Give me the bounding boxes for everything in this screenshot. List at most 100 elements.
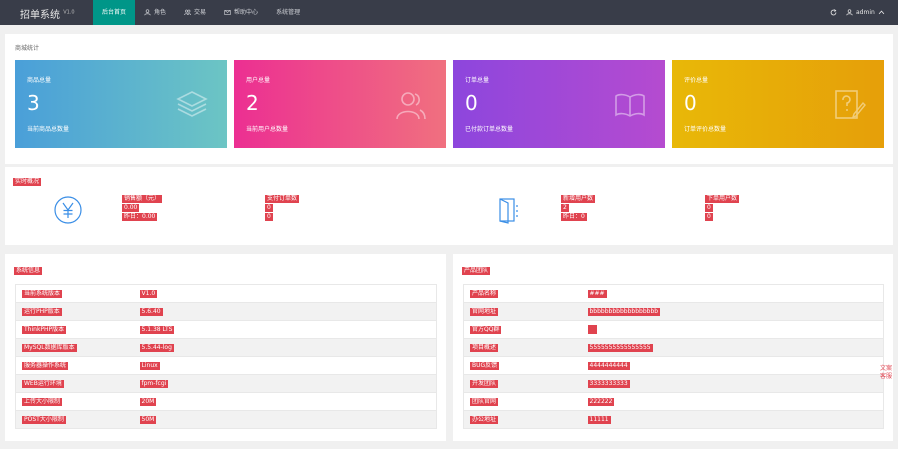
- card-title: 订单总量: [465, 77, 490, 84]
- buyers-value: 0: [705, 204, 713, 212]
- row-value: 4444444444: [587, 361, 630, 370]
- sales-label: 销售额（元）: [122, 195, 163, 203]
- product-info-title: 产品团队: [462, 267, 491, 275]
- realtime-title: 实时概况: [13, 178, 42, 186]
- table-row: 项目概述 5555555555555555: [463, 338, 884, 357]
- row-value: 5.5.44-log: [139, 343, 174, 352]
- table-row: 办公地址 11111: [463, 410, 884, 429]
- sales-value: 0.00: [122, 204, 140, 212]
- user-icon: [144, 9, 151, 16]
- row-label: 上传大小限制: [22, 397, 63, 406]
- card-desc: 当前用户总数量: [246, 126, 289, 133]
- new-users-yesterday: 昨日：0: [561, 213, 587, 221]
- yuan-icon: [54, 196, 82, 224]
- tab-trade[interactable]: 交易: [175, 0, 215, 25]
- row-label: 当前系统版本: [22, 289, 63, 298]
- table-row: 团队官网 222222: [463, 392, 884, 411]
- orders-value: 0: [265, 204, 273, 212]
- table-row: 官网地址 bbbbbbbbbbbbbbbbbb: [463, 302, 884, 321]
- stat-card-orders[interactable]: 订单总量 0 已付款订单总数量: [453, 60, 665, 148]
- table-row: MySQL数据库版本 5.5.44-log: [15, 338, 437, 357]
- orders-label: 支付订单数: [265, 195, 300, 203]
- new-users-value: 2: [561, 204, 569, 212]
- sales-stat: 销售额（元） 0.00 昨日：0.00: [122, 195, 163, 222]
- card-title: 商品总量: [27, 77, 52, 84]
- tab-help[interactable]: 帮助中心: [215, 0, 267, 25]
- row-label: 项目概述: [470, 343, 499, 352]
- users-icon: [396, 92, 426, 120]
- row-value[interactable]: 222222: [587, 397, 615, 406]
- product-info-panel: 产品团队 产品名称 ### 官网地址 bbbbbbbbbbbbbbbbbb 官方QQ…: [453, 254, 893, 441]
- row-value: 11111: [587, 415, 611, 424]
- user-icon: [846, 9, 853, 16]
- row-label: 官方QQ群: [470, 325, 502, 334]
- row-label: WEB运行环境: [22, 379, 64, 388]
- nav-label: 系统管理: [276, 9, 301, 16]
- row-label: 办公地址: [470, 415, 499, 424]
- stat-card-products[interactable]: 商品总量 3 当前商品总数量: [15, 60, 227, 148]
- side-service-tag[interactable]: 文案 客服: [880, 365, 892, 381]
- system-info-panel: 系统信息 当前系统版本 V1.0 运行PHP版本 5.6.40 ThinkPHP版本…: [5, 254, 446, 441]
- card-title: 用户总量: [246, 77, 271, 84]
- buyers-label: 下单用户数: [705, 195, 740, 203]
- table-row: 官方QQ群: [463, 320, 884, 339]
- row-value: ###: [587, 289, 607, 298]
- system-info-table: 当前系统版本 V1.0 运行PHP版本 5.6.40 ThinkPHP版本 5.1.3…: [15, 284, 437, 429]
- card-desc: 当前商品总数量: [27, 126, 70, 133]
- orders-stat: 支付订单数 0 0: [265, 195, 300, 222]
- row-value: V1.0: [139, 289, 158, 298]
- users-icon: [184, 9, 191, 16]
- card-desc: 订单评价总数量: [684, 126, 727, 133]
- layers-icon: [176, 91, 208, 117]
- user-menu[interactable]: admin: [846, 0, 896, 25]
- user-name: admin: [856, 9, 875, 16]
- table-row: WEB运行环境 fpm-fcgi: [15, 374, 437, 393]
- buyers-stat: 下单用户数 0 0: [705, 195, 740, 222]
- tab-roles[interactable]: 角色: [135, 0, 175, 25]
- main-nav: 后台首页 角色 交易 帮助中心 系统管理: [93, 0, 309, 25]
- orders-yesterday: 0: [265, 213, 273, 221]
- table-row: 服务器操作系统 Linux: [15, 356, 437, 375]
- row-label: ThinkPHP版本: [22, 325, 67, 334]
- tab-home[interactable]: 后台首页: [93, 0, 136, 25]
- qq-group-value: [587, 325, 597, 334]
- refresh-button[interactable]: [826, 0, 840, 25]
- row-label: 产品名称: [470, 289, 499, 298]
- row-label: 运行PHP版本: [22, 307, 62, 316]
- row-label: MySQL数据库版本: [22, 343, 77, 352]
- nav-label: 交易: [194, 9, 207, 16]
- system-info-title: 系统信息: [14, 267, 43, 275]
- row-value: fpm-fcgi: [139, 379, 169, 388]
- tab-system[interactable]: 系统管理: [267, 0, 309, 25]
- product-info-table: 产品名称 ### 官网地址 bbbbbbbbbbbbbbbbbb 官方QQ群 项目概…: [463, 284, 884, 429]
- door-icon: [499, 198, 518, 224]
- chevron-up-icon: [878, 10, 885, 15]
- refresh-icon: [830, 9, 836, 16]
- app-title[interactable]: 招单系统 V1.0: [20, 6, 75, 21]
- help-icon: [224, 10, 231, 15]
- row-label: 官网地址: [470, 307, 499, 316]
- table-row: 产品名称 ###: [463, 284, 884, 303]
- nav-label: 后台首页: [102, 9, 127, 16]
- row-label: POST大小限制: [22, 415, 66, 424]
- stat-card-users[interactable]: 用户总量 2 当前用户总数量: [234, 60, 446, 148]
- book-icon: [615, 93, 645, 117]
- realtime-panel: 实时概况 销售额（元） 0.00 昨日：0.00 支付订单数 0 0 新增用户数…: [5, 167, 893, 245]
- row-value: 5.6.40: [139, 307, 163, 316]
- row-value: 20M: [139, 397, 157, 406]
- card-value: 0: [465, 91, 478, 115]
- new-users-stat: 新增用户数 2 昨日：0: [561, 195, 596, 222]
- table-row: 当前系统版本 V1.0: [15, 284, 437, 303]
- table-row: 上传大小限制 20M: [15, 392, 437, 411]
- row-label: 开发团队: [470, 379, 499, 388]
- row-value: 3333333333: [587, 379, 630, 388]
- row-value[interactable]: bbbbbbbbbbbbbbbbbb: [587, 307, 661, 316]
- table-row: 运行PHP版本 5.6.40: [15, 302, 437, 321]
- app-version: V1.0: [63, 9, 75, 16]
- stats-section-title: 商城统计: [15, 45, 40, 52]
- card-title: 评价总量: [684, 77, 709, 84]
- row-label: 服务器操作系统: [22, 361, 69, 370]
- stat-card-reviews[interactable]: 评价总量 0 订单评价总数量: [672, 60, 884, 148]
- card-value: 0: [684, 91, 697, 115]
- row-value: 5.1.38 LTS: [139, 325, 175, 334]
